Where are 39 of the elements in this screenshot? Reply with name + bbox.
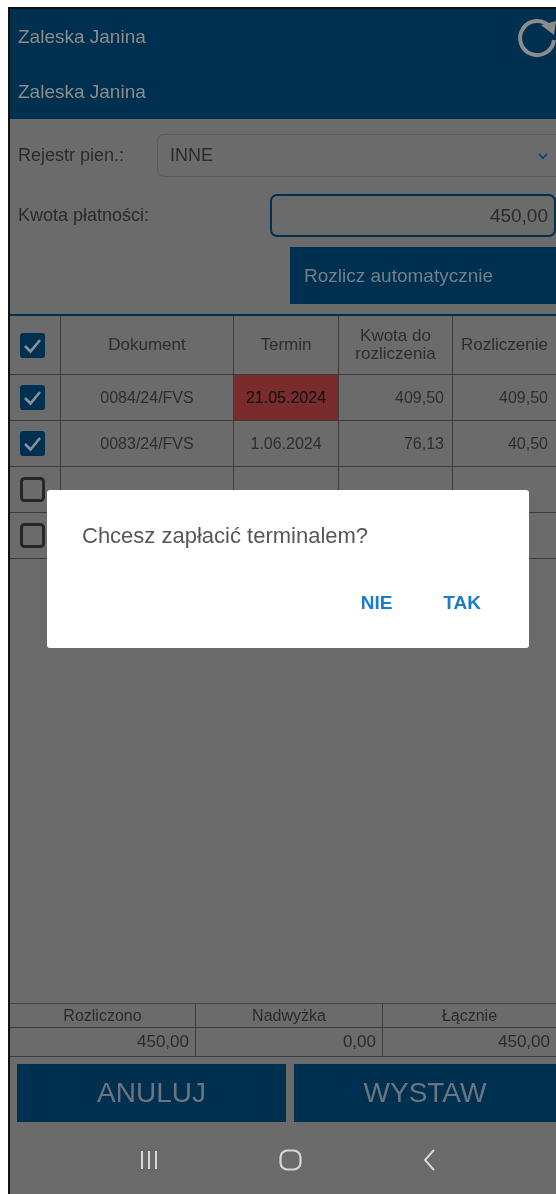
field-label: Kwota płatności: (17, 205, 150, 226)
amount-field[interactable]: 450,00 (270, 194, 556, 237)
checkbox[interactable] (20, 523, 45, 548)
header-title: Zaleska Janina (18, 25, 146, 48)
table-cell: 0083/24/FVS (61, 421, 234, 467)
table-cell: 40,50 (453, 421, 556, 467)
summary-value: 450,00 (383, 1028, 556, 1057)
table-cell: 76,13 (339, 421, 453, 467)
table-cell: 1.06.2024 (234, 421, 339, 467)
issue-button[interactable]: WYSTAW (294, 1064, 556, 1122)
table-cell: 21.05.2024 (234, 375, 339, 421)
summary-value: 450,00 (10, 1028, 196, 1057)
chevron-icon (538, 151, 548, 160)
summary-header: Nadwyżka (196, 1004, 383, 1028)
auto-settle-button[interactable]: Rozlicz automatycznie (290, 247, 556, 304)
column-header: Rozliczenie (461, 336, 548, 354)
table-cell: 409,50 (453, 375, 556, 421)
no-button[interactable]: NIE (352, 588, 401, 618)
summary-value: 0,00 (196, 1028, 383, 1057)
summary-header: Łącznie (383, 1004, 556, 1028)
table-cell: 409,50 (339, 375, 453, 421)
register-select[interactable]: INNE (157, 134, 556, 177)
dialog-message: Chcesz zapłacić terminalem? (82, 523, 370, 549)
select-value: INNE (170, 145, 213, 166)
back-icon[interactable] (422, 1148, 436, 1171)
checkbox[interactable] (20, 477, 45, 502)
checkbox[interactable] (20, 385, 45, 410)
checkbox[interactable] (20, 431, 45, 456)
summary-header: Rozliczono (10, 1004, 196, 1028)
cancel-button[interactable]: ANULUJ (17, 1064, 286, 1122)
field-label: Rejestr pien.: (17, 145, 125, 166)
column-header: Termin (260, 336, 312, 354)
recent-apps-icon[interactable] (140, 1149, 159, 1170)
header-subtitle: Zaleska Janina (18, 80, 146, 103)
column-header: Kwota do rozliczenia (354, 327, 437, 363)
checkbox[interactable] (20, 332, 45, 358)
home-icon[interactable] (279, 1148, 302, 1171)
yes-button[interactable]: TAK (435, 588, 489, 618)
column-header: Dokument (108, 336, 186, 354)
